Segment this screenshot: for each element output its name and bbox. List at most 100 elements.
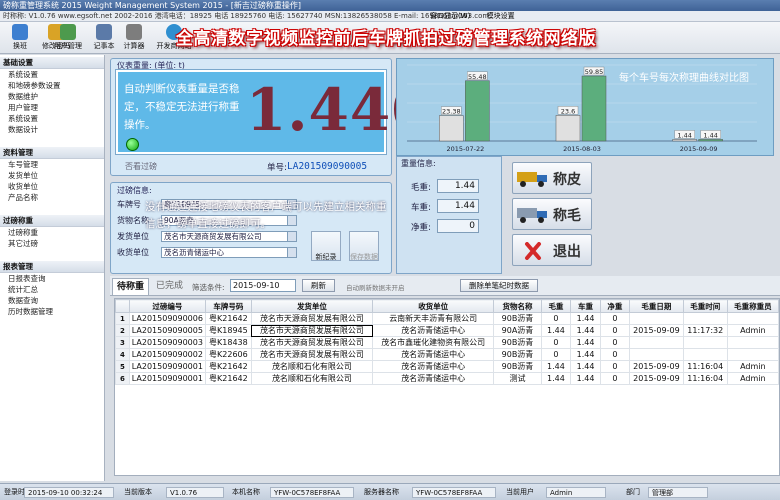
- column-header[interactable]: 毛重时间: [682, 299, 728, 313]
- sidebar-item-vehicles[interactable]: 车号管理: [0, 159, 104, 170]
- receiver-select[interactable]: 茂名沥青储运中心: [161, 247, 297, 258]
- sidebar-item-daily-report[interactable]: 日报表查询: [0, 273, 104, 284]
- table-cell: 1.44: [570, 348, 601, 361]
- refresh-button[interactable]: 刷新: [302, 279, 335, 292]
- table-cell: [726, 348, 779, 361]
- column-header[interactable]: 车重: [570, 299, 601, 313]
- column-header[interactable]: 发货单位: [250, 299, 374, 313]
- info-bar: 时称称: V1.0.76 www.egsoft.net 2002-2016 港湾…: [0, 11, 780, 22]
- table-cell: 90B沥青: [493, 360, 542, 373]
- filter-date-picker[interactable]: 2015-09-10: [230, 279, 296, 292]
- column-header[interactable]: 毛重称重员: [726, 299, 779, 313]
- user-management-button[interactable]: 用户管理: [48, 23, 88, 53]
- table-row[interactable]: 1 LA201509090006 粤K21642 茂名市天源商贸发展有限公司 云南新天丰…: [115, 312, 779, 325]
- table-row[interactable]: 6 LA201509090001 粤K21642 茂名顺和石化有限公司 茂名沥青储运中心…: [115, 372, 779, 385]
- table-row[interactable]: 4 LA201509090002 粤K22606 茂名市天源商贸发展有限公司 茂名沥青储…: [115, 348, 779, 361]
- weigh-gross-label: 称毛: [553, 208, 581, 224]
- bar-data-label: 23.6: [561, 107, 575, 115]
- sidebar-item-shippers[interactable]: 发货单位: [0, 170, 104, 181]
- switch-shift-button[interactable]: 换班: [0, 23, 40, 53]
- calculator-button[interactable]: 计算器: [114, 23, 154, 53]
- tare-field[interactable]: 1.44: [437, 199, 479, 213]
- sidebar-section-data[interactable]: 资料管理: [0, 147, 104, 159]
- table-cell: 90B沥青: [493, 312, 542, 325]
- sidebar-section-weighing[interactable]: 过磅称重: [0, 215, 104, 227]
- version-value: V1.0.76: [166, 487, 224, 498]
- sidebar-item-query[interactable]: 数据查询: [0, 295, 104, 306]
- net-field[interactable]: 0: [437, 219, 479, 233]
- pass-caption: 过磅信息:: [117, 186, 152, 195]
- table-row[interactable]: 3 LA201509090003 粤K18438 茂名市天源商贸发展有限公司 茂名市鑫璀…: [115, 336, 779, 349]
- row-number: 5: [115, 360, 130, 373]
- column-header[interactable]: 毛重日期: [629, 299, 684, 313]
- table-cell: [682, 336, 728, 349]
- client-note: 没有通过连接地磅仪表的客户端可以先建立相关称重信息，磅单直接过磅即可。: [145, 201, 387, 230]
- calculator-icon: [126, 24, 142, 40]
- sidebar-item-receivers[interactable]: 收货单位: [0, 181, 104, 192]
- exit-button[interactable]: 退出: [512, 234, 592, 266]
- column-header[interactable]: 净重: [599, 299, 631, 313]
- column-header[interactable]: 车牌号码: [204, 299, 252, 313]
- sidebar-item-data-maintain[interactable]: 数据维护: [0, 91, 104, 102]
- row-number: 1: [115, 312, 130, 325]
- table-cell: LA201509090006: [128, 312, 206, 325]
- table-cell: 0: [599, 312, 631, 325]
- x-tick-label: 2015-09-09: [680, 145, 718, 153]
- x-tick-label: 2015-08-03: [563, 145, 601, 153]
- promo-banner: 全高清数字视频监控前后车牌抓拍过磅管理系统网络版: [176, 29, 596, 49]
- table-cell: 1.44: [570, 360, 601, 373]
- delete-record-button[interactable]: 删除单笔纪时数据: [460, 279, 538, 292]
- column-header[interactable]: 货物名称: [493, 299, 542, 313]
- save-data-button[interactable]: 保存数据: [349, 231, 379, 261]
- tab-completed[interactable]: 已完成: [152, 278, 187, 295]
- column-header[interactable]: [115, 299, 130, 313]
- bar-data-label: 59.85: [585, 68, 604, 76]
- sidebar-section-basic[interactable]: 基础设置: [0, 57, 104, 69]
- host-label: 本机名称: [232, 488, 260, 496]
- sidebar-item-scale-params[interactable]: 和地磅参数设置: [0, 80, 104, 91]
- toolbar-label: 计算器: [123, 42, 145, 50]
- exit-label: 退出: [553, 244, 581, 260]
- table-body: 1 LA201509090006 粤K21642 茂名市天源商贸发展有限公司 云南新天丰…: [115, 312, 779, 385]
- table-cell: LA201509090003: [128, 336, 206, 349]
- menu-window[interactable]: 窗口显示(W): [430, 12, 470, 20]
- sidebar-item-system[interactable]: 系统设置: [0, 69, 104, 80]
- filter-label: 筛选条件:: [192, 283, 225, 292]
- sidebar-item-products[interactable]: 产品名称: [0, 192, 104, 203]
- table-cell: [629, 336, 684, 349]
- sidebar-item-system-settings[interactable]: 系统设置: [0, 113, 104, 124]
- table-cell: 1.44: [540, 324, 572, 337]
- weigh-tare-button[interactable]: 称皮: [512, 162, 592, 194]
- sidebar-item-summary[interactable]: 统计汇总: [0, 284, 104, 295]
- table-cell: 1.44: [570, 336, 601, 349]
- table-row[interactable]: 5 LA201509090001 粤K21642 茂名顺和石化有限公司 茂名沥青储运中心…: [115, 360, 779, 373]
- tab-pending[interactable]: 待称重: [112, 278, 150, 295]
- column-header[interactable]: 过磅编号: [128, 299, 206, 313]
- sidebar-section-reports[interactable]: 报表管理: [0, 261, 104, 273]
- table-cell: LA201509090005: [128, 324, 206, 337]
- table-row[interactable]: 2 LA201509090005 粤K18945 茂名市天源商贸发展有限公司 茂名沥青储…: [115, 324, 779, 337]
- chart-bar: [439, 115, 464, 142]
- row-number: 6: [115, 372, 130, 385]
- receiver-label: 收货单位: [117, 248, 149, 257]
- gross-field[interactable]: 1.44: [437, 179, 479, 193]
- table-cell: 1.44: [570, 372, 601, 385]
- sidebar-item-users[interactable]: 用户管理: [0, 102, 104, 113]
- table-cell: Admin: [726, 324, 779, 337]
- column-header[interactable]: 毛重: [540, 299, 572, 313]
- new-record-button[interactable]: 新纪录: [311, 231, 341, 261]
- table-cell: 11:17:32: [682, 324, 728, 337]
- sidebar-item-other-weighing[interactable]: 其它过磅: [0, 238, 104, 249]
- sidebar-item-data-design[interactable]: 数据设计: [0, 124, 104, 135]
- records-tab-bar: 待称重 已完成 筛选条件: 2015-09-10 刷新 自动刷新数据未开启 删除…: [110, 276, 780, 296]
- weigh-gross-button[interactable]: 称毛: [512, 198, 592, 230]
- table-cell: Admin: [726, 372, 779, 385]
- sidebar-item-history[interactable]: 历时数据管理: [0, 306, 104, 317]
- table-cell: 粤K21642: [204, 372, 252, 385]
- row-number: 3: [115, 336, 130, 349]
- toolbar-label: 记事本: [93, 42, 115, 50]
- column-header[interactable]: 收货单位: [372, 299, 495, 313]
- menu-module[interactable]: 模块设置: [487, 12, 515, 20]
- window-title: 磅称重管理系统 2015 Weight Management System 20…: [3, 1, 302, 10]
- sidebar-item-weighing[interactable]: 过磅称重: [0, 227, 104, 238]
